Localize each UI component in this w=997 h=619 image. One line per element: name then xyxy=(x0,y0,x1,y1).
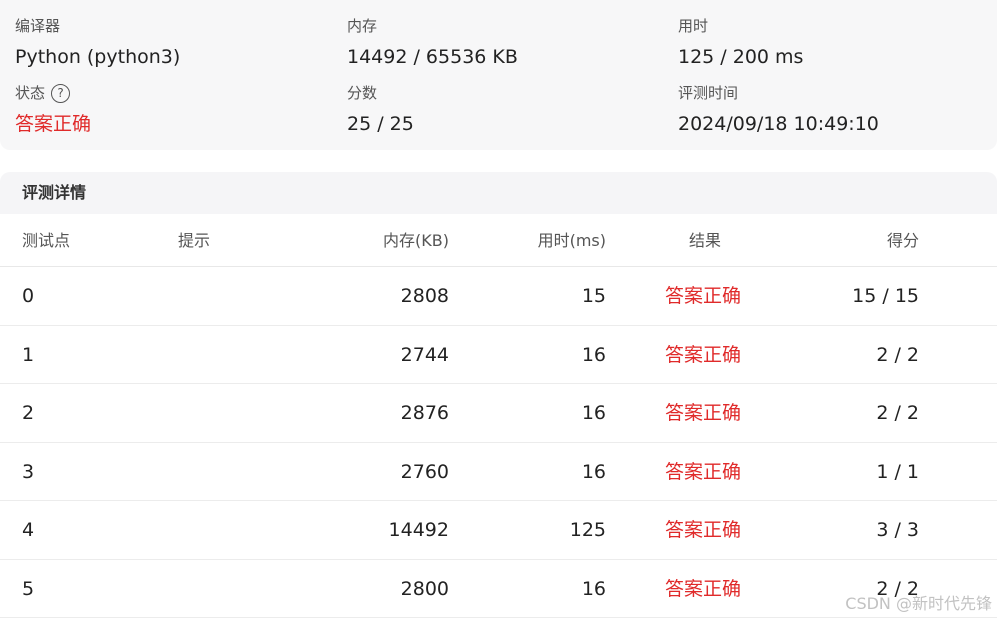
score-value: 25 / 25 xyxy=(347,113,414,135)
memory-value: 14492 / 65536 KB xyxy=(347,46,518,68)
cell-point: 2 xyxy=(22,402,35,424)
status-label: 状态 xyxy=(15,84,46,102)
column-header-score: 得分 xyxy=(886,231,919,250)
cell-result: 答案正确 xyxy=(665,343,742,366)
details-table-header: 测试点 提示 内存(KB) 用时(ms) 结果 得分 xyxy=(0,214,997,267)
time-label: 用时 xyxy=(678,17,709,35)
table-row: 2 2876 16 答案正确 2 / 2 xyxy=(0,384,997,443)
judge-time-value: 2024/09/18 10:49:10 xyxy=(678,113,879,135)
cell-memory: 2876 xyxy=(400,402,449,424)
cell-memory: 2744 xyxy=(400,343,449,366)
memory-field: 内存 14492 / 65536 KB xyxy=(347,16,518,69)
status-field: 状态 ? 答案正确 xyxy=(15,83,91,136)
cell-point: 5 xyxy=(22,577,35,600)
table-row: 1 2744 16 答案正确 2 / 2 xyxy=(0,326,997,384)
cell-time: 16 xyxy=(581,402,606,424)
cell-memory: 2760 xyxy=(400,460,449,483)
cell-point: 0 xyxy=(22,285,35,307)
table-row: 3 2760 16 答案正确 1 / 1 xyxy=(0,443,997,501)
cell-score: 15 / 15 xyxy=(852,285,919,307)
time-field: 用时 125 / 200 ms xyxy=(678,16,803,69)
cell-point: 4 xyxy=(22,519,35,541)
judge-time-field: 评测时间 2024/09/18 10:49:10 xyxy=(678,83,879,136)
score-field: 分数 25 / 25 xyxy=(347,83,414,136)
question-circle-icon[interactable]: ? xyxy=(51,83,71,103)
cell-score: 1 / 1 xyxy=(876,460,919,483)
cell-result: 答案正确 xyxy=(665,460,742,483)
cell-result: 答案正确 xyxy=(665,402,742,424)
details-title: 评测详情 xyxy=(0,172,997,214)
column-header-result: 结果 xyxy=(689,231,722,250)
table-row: 0 2808 15 答案正确 15 / 15 xyxy=(0,267,997,326)
cell-score: 3 / 3 xyxy=(876,519,919,541)
cell-result: 答案正确 xyxy=(665,285,742,307)
details-table-body: 0 2808 15 答案正确 15 / 15 1 2744 16 答案正确 2 … xyxy=(0,267,997,618)
compiler-field: 编译器 Python (python3) xyxy=(15,16,180,69)
cell-point: 3 xyxy=(22,460,35,483)
submission-summary-panel: 编译器 Python (python3) 内存 14492 / 65536 KB… xyxy=(0,0,997,150)
status-value: 答案正确 xyxy=(15,113,92,135)
compiler-label: 编译器 xyxy=(15,17,61,35)
cell-time: 16 xyxy=(581,577,606,600)
cell-score: 2 / 2 xyxy=(876,402,919,424)
cell-memory: 2800 xyxy=(400,577,449,600)
cell-time: 16 xyxy=(581,460,606,483)
column-header-time: 用时(ms) xyxy=(537,231,606,250)
cell-memory: 2808 xyxy=(400,285,449,307)
column-header-hint: 提示 xyxy=(178,231,211,250)
cell-time: 16 xyxy=(581,343,606,366)
score-label: 分数 xyxy=(347,84,378,102)
status-label-row: 状态 ? xyxy=(15,83,91,103)
table-row: 4 14492 125 答案正确 3 / 3 xyxy=(0,501,997,560)
column-header-memory: 内存(KB) xyxy=(383,231,449,250)
memory-label: 内存 xyxy=(347,17,378,35)
cell-result: 答案正确 xyxy=(665,577,742,600)
cell-point: 1 xyxy=(22,343,35,366)
cell-time: 15 xyxy=(581,285,606,307)
cell-memory: 14492 xyxy=(388,519,449,541)
cell-score: 2 / 2 xyxy=(876,343,919,366)
column-header-point: 测试点 xyxy=(22,231,71,250)
compiler-value: Python (python3) xyxy=(15,46,181,68)
watermark-text: CSDN @新时代先锋 xyxy=(845,594,992,613)
cell-time: 125 xyxy=(569,519,606,541)
judge-time-label: 评测时间 xyxy=(678,84,739,102)
cell-result: 答案正确 xyxy=(665,519,742,541)
time-value: 125 / 200 ms xyxy=(678,46,804,68)
